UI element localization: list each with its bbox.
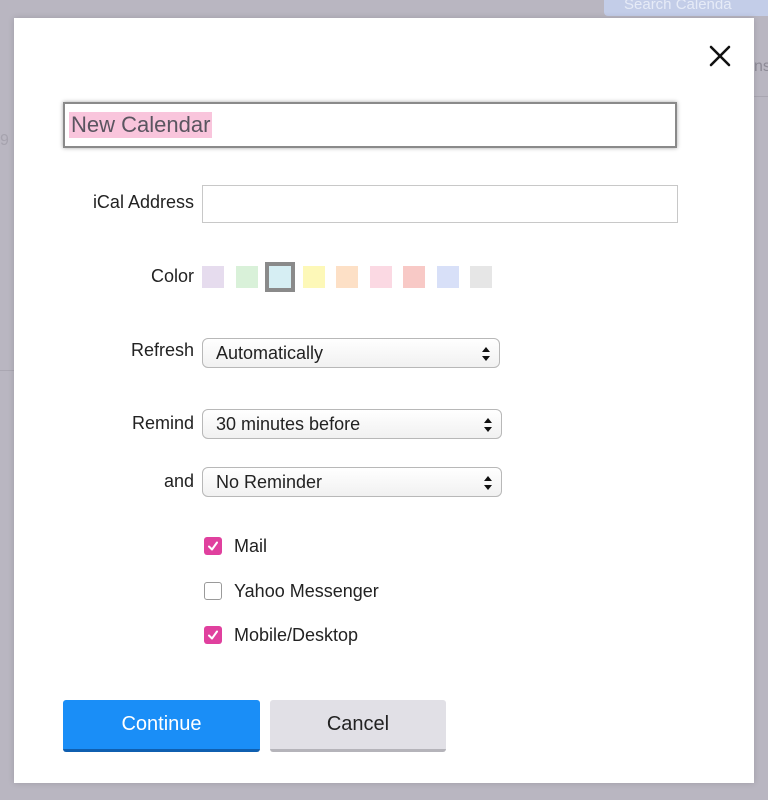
color-swatch[interactable] [265,262,295,292]
color-swatch[interactable] [202,266,224,288]
background-search-label: Search Calenda [624,0,732,13]
new-calendar-dialog: New Calendar iCal Address Color Refresh … [14,18,754,783]
mail-label: Mail [234,535,268,556]
notify-yahoo-messenger-option[interactable]: Yahoo Messenger [204,580,379,602]
background-divider [754,96,768,97]
continue-button[interactable]: Continue [63,700,260,752]
checkmark-icon [208,541,218,551]
color-label: Color [150,266,194,286]
checkmark-icon [208,630,218,640]
color-swatch[interactable] [370,266,392,288]
color-swatch[interactable] [236,266,258,288]
ical-address-label: iCal Address [92,192,194,212]
second-reminder-select[interactable]: No Reminder [202,467,502,497]
yahoo-messenger-label: Yahoo Messenger [234,580,379,601]
refresh-label: Refresh [130,340,194,360]
calendar-name-value: New Calendar [69,112,213,138]
and-label: and [163,471,194,491]
close-button[interactable] [706,42,734,70]
color-swatch[interactable] [437,266,459,288]
remind-selected-value: 30 minutes before [216,414,361,434]
select-arrows-icon [484,418,492,432]
notify-mail-option[interactable]: Mail [204,535,267,557]
background-text-right: ns [754,58,768,75]
mobile-desktop-checkbox[interactable] [204,626,222,644]
refresh-selected-value: Automatically [216,343,324,363]
background-search-button: Search Calenda [604,0,768,16]
color-swatch[interactable] [303,266,325,288]
refresh-select[interactable]: Automatically [202,338,500,368]
remind-select[interactable]: 30 minutes before [202,409,502,439]
color-swatch[interactable] [336,266,358,288]
mail-checkbox[interactable] [204,537,222,555]
mobile-desktop-label: Mobile/Desktop [234,624,359,645]
notify-mobile-desktop-option[interactable]: Mobile/Desktop [204,624,358,646]
yahoo-messenger-checkbox[interactable] [204,582,222,600]
second-reminder-selected-value: No Reminder [216,472,323,492]
select-arrows-icon [482,347,490,361]
background-divider [0,370,14,371]
select-arrows-icon [484,476,492,490]
ical-address-input[interactable] [202,185,678,223]
close-x-icon [709,45,731,67]
color-swatch[interactable] [470,266,492,288]
color-swatch[interactable] [403,266,425,288]
background-text-left: 9 [0,132,9,149]
cancel-button[interactable]: Cancel [270,700,446,752]
remind-label: Remind [131,413,194,433]
calendar-name-input[interactable]: New Calendar [63,102,677,148]
